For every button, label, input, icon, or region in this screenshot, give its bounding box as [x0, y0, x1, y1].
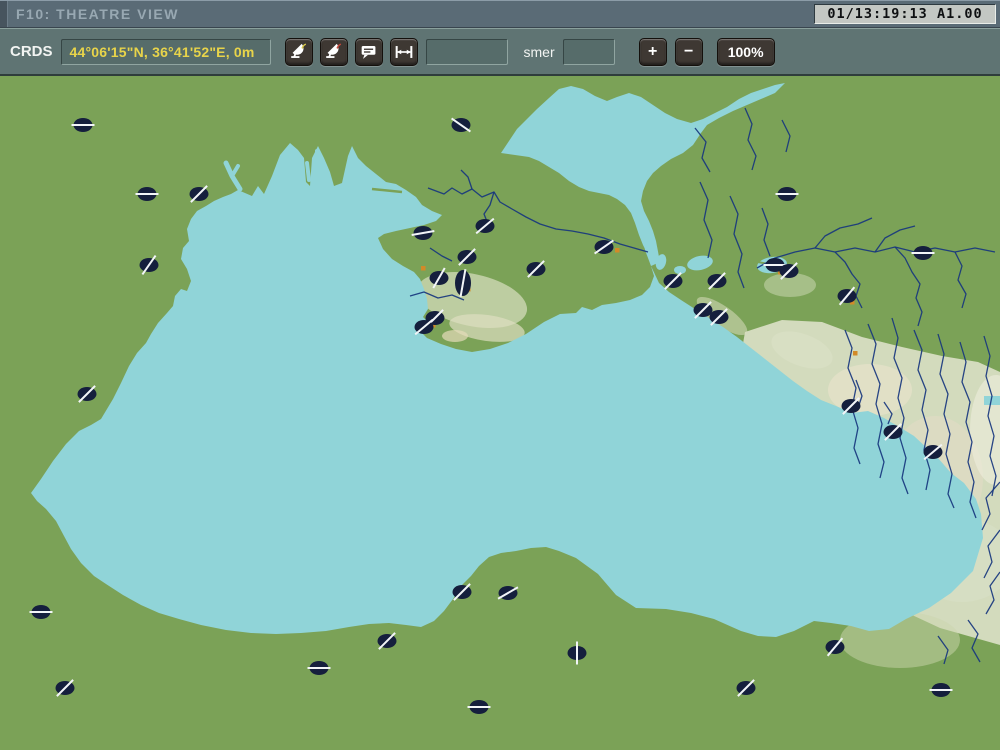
smer-label: smer — [523, 43, 555, 60]
airfield-icon[interactable] — [594, 239, 614, 255]
radar-dish-signal-icon — [290, 43, 306, 58]
window-title: F10: THEATRE VIEW — [16, 6, 179, 22]
message-button[interactable] — [354, 37, 383, 66]
city-dot — [615, 248, 620, 253]
radar-on-button[interactable] — [284, 37, 313, 66]
input-field-1[interactable] — [425, 38, 508, 65]
city-dot — [421, 266, 426, 271]
title-bar: F10: THEATRE VIEW 01/13:19:13 A1.00 — [0, 0, 1000, 28]
speech-bubble-icon — [361, 45, 375, 59]
titlebar-left-notch — [0, 1, 8, 27]
mission-clock: 01/13:19:13 A1.00 — [814, 4, 996, 24]
airfield-icon[interactable] — [451, 117, 471, 133]
theatre-view-screen: F10: THEATRE VIEW 01/13:19:13 A1.00 CRDS… — [0, 0, 1000, 750]
terrain-patch — [442, 330, 468, 342]
toolbar-buttons — [284, 37, 418, 66]
measure-button[interactable] — [389, 37, 418, 66]
theatre-map[interactable] — [0, 76, 1000, 750]
toolbar: CRDS 44°06'15"N, 36°41'52"E, 0m smer + −… — [0, 28, 1000, 76]
coordinates-value: 44°06'15"N, 36°41'52"E, 0m — [69, 43, 255, 60]
estuary-inlet — [305, 161, 311, 182]
smer-field[interactable] — [562, 38, 615, 65]
zoom-level-button[interactable]: 100% — [716, 37, 775, 66]
map-view[interactable] — [0, 76, 1000, 750]
radar-off-button[interactable] — [319, 37, 348, 66]
crds-label: CRDS — [10, 43, 53, 60]
zoom-in-button[interactable]: + — [638, 37, 667, 66]
zoom-out-button[interactable]: − — [674, 37, 703, 66]
ruler-span-icon — [395, 45, 412, 58]
radar-dish-alert-icon — [325, 43, 341, 58]
coordinates-field[interactable]: 44°06'15"N, 36°41'52"E, 0m — [60, 38, 271, 65]
city-dot — [853, 351, 858, 356]
